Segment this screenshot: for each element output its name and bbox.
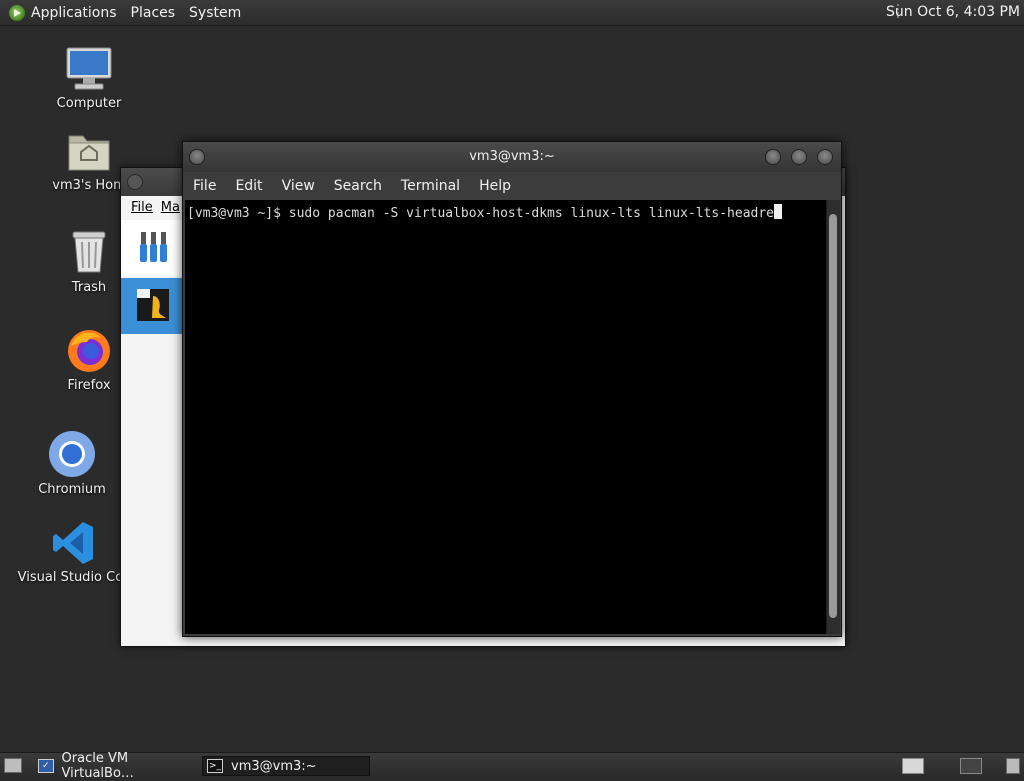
top-menu: Applications Places System bbox=[0, 4, 255, 21]
workspace-2[interactable] bbox=[960, 758, 982, 774]
menu-system[interactable]: System bbox=[189, 5, 241, 21]
vm-list-item-selected[interactable] bbox=[121, 278, 183, 334]
taskbar-item-terminal[interactable]: >_ vm3@vm3:~ bbox=[202, 756, 370, 776]
chromium-icon bbox=[48, 430, 96, 478]
terminal-window[interactable]: vm3@vm3:~ File Edit View Search Terminal… bbox=[182, 141, 842, 637]
text-cursor bbox=[774, 204, 782, 219]
trash-applet-icon[interactable] bbox=[1006, 758, 1020, 774]
menu-view[interactable]: View bbox=[282, 178, 315, 194]
terminal-title: vm3@vm3:~ bbox=[469, 149, 555, 164]
vscode-icon bbox=[51, 520, 97, 566]
mate-logo-icon[interactable] bbox=[9, 4, 25, 21]
scrollbar-thumb[interactable] bbox=[829, 214, 837, 618]
desktop-icon-computer[interactable]: Computer bbox=[29, 46, 149, 111]
menu-edit[interactable]: Edit bbox=[235, 178, 262, 194]
desktop-icon-label: Computer bbox=[56, 96, 122, 111]
taskbar-item-label: vm3@vm3:~ bbox=[231, 758, 317, 774]
menu-file[interactable]: File bbox=[193, 178, 216, 194]
menu-machine[interactable]: Ma bbox=[161, 200, 180, 215]
home-folder-icon bbox=[65, 128, 113, 174]
firefox-icon bbox=[65, 326, 113, 374]
tools-icon bbox=[140, 232, 167, 262]
terminal-command-line: [vm3@vm3 ~]$ sudo pacman -S virtualbox-h… bbox=[185, 200, 826, 225]
show-desktop-icon[interactable] bbox=[4, 758, 22, 773]
window-menu-button[interactable] bbox=[189, 149, 205, 165]
clock[interactable]: Sun Oct 6, 4:03 PM bbox=[886, 4, 1020, 20]
menu-help[interactable]: Help bbox=[479, 178, 511, 194]
minimize-button[interactable] bbox=[765, 149, 781, 165]
terminal-scrollbar[interactable] bbox=[826, 200, 840, 634]
desktop-icon-vscode[interactable]: Visual Studio Coc bbox=[14, 520, 134, 585]
terminal-output[interactable]: [vm3@vm3 ~]$ sudo pacman -S virtualbox-h… bbox=[185, 200, 826, 634]
close-button[interactable] bbox=[817, 149, 833, 165]
desktop-icon-label: Chromium bbox=[38, 482, 106, 497]
window-menu-button[interactable] bbox=[127, 174, 143, 190]
top-panel: Applications Places System Sun Oct 6, 4:… bbox=[0, 0, 1024, 26]
workspace-1[interactable] bbox=[902, 758, 924, 774]
command-text: [vm3@vm3 ~]$ sudo pacman -S virtualbox-h… bbox=[187, 206, 774, 221]
terminal-titlebar[interactable]: vm3@vm3:~ bbox=[183, 142, 841, 172]
taskbar-item-label: Oracle VM VirtualBo… bbox=[61, 751, 134, 781]
desktop-icon-label: Visual Studio Coc bbox=[17, 570, 131, 585]
vm-os-icon bbox=[137, 289, 169, 321]
maximize-button[interactable] bbox=[791, 149, 807, 165]
desktop-icon-chromium[interactable]: Chromium bbox=[12, 430, 132, 497]
computer-icon bbox=[65, 46, 113, 92]
terminal-menubar: File Edit View Search Terminal Help bbox=[183, 172, 841, 200]
vm-tools-item[interactable] bbox=[121, 220, 183, 276]
virtualbox-icon: ✓ bbox=[38, 759, 54, 773]
terminal-icon: >_ bbox=[207, 759, 223, 773]
menu-file[interactable]: File bbox=[131, 200, 153, 215]
menu-applications[interactable]: Applications bbox=[31, 5, 117, 21]
menu-places[interactable]: Places bbox=[131, 5, 176, 21]
bottom-panel: ✓ Oracle VM VirtualBo… >_ vm3@vm3:~ bbox=[0, 751, 1024, 781]
menu-search[interactable]: Search bbox=[334, 178, 382, 194]
trash-icon bbox=[69, 228, 109, 276]
taskbar-item-virtualbox[interactable]: ✓ Oracle VM VirtualBo… bbox=[34, 751, 200, 781]
menu-terminal[interactable]: Terminal bbox=[401, 178, 460, 194]
